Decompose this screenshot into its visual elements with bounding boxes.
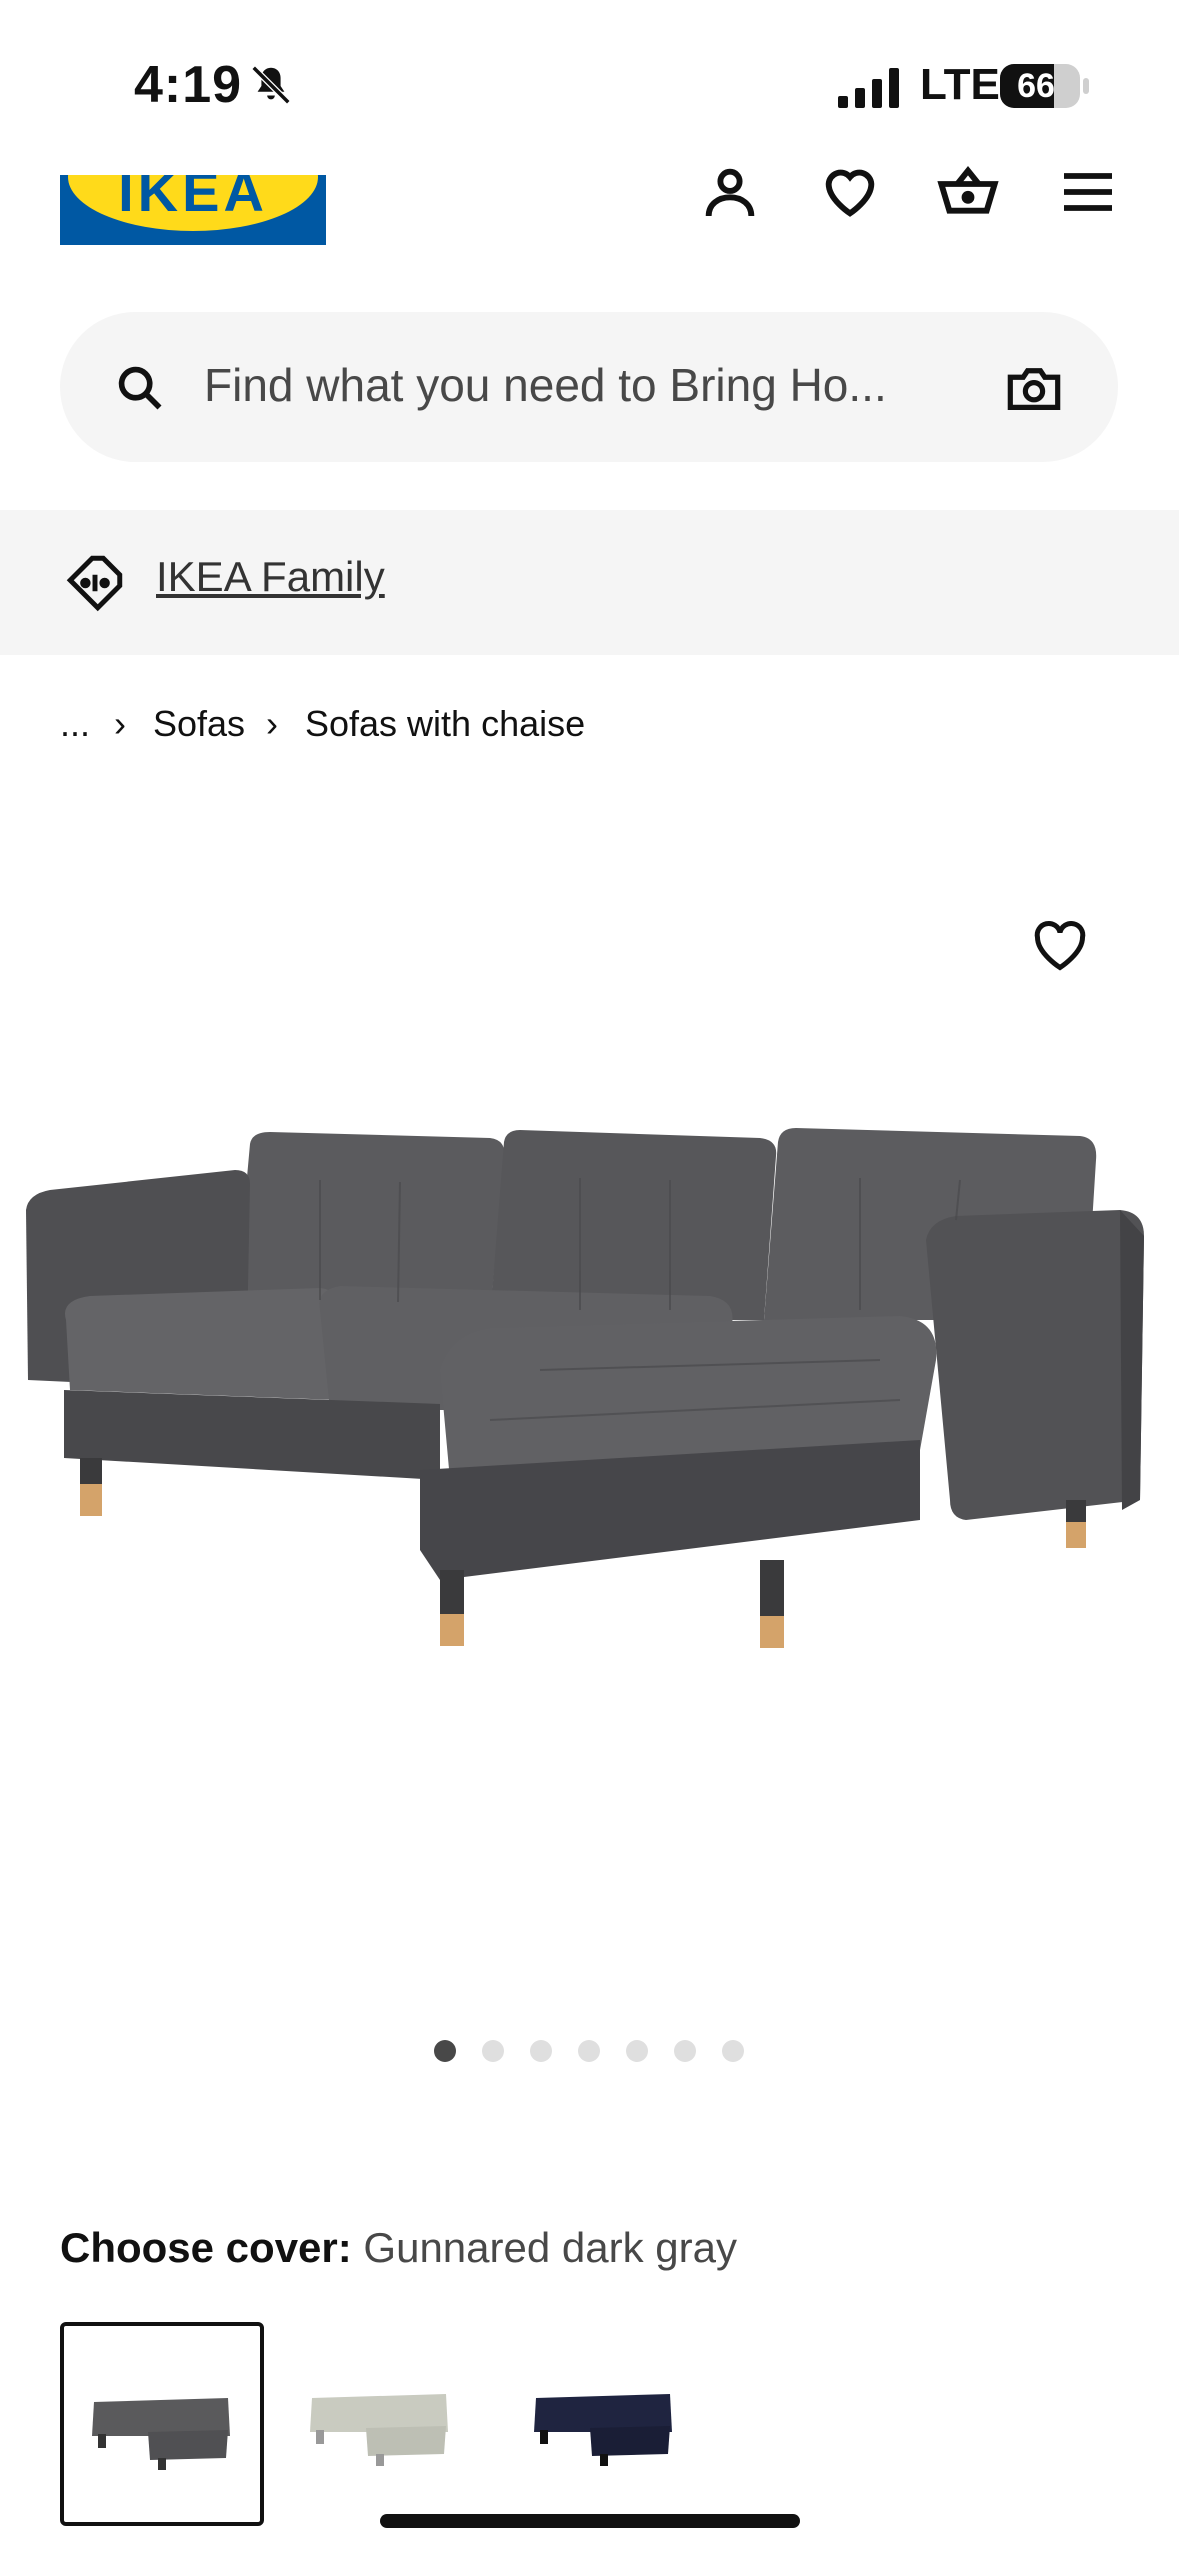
ikea-logo[interactable]: IKEA [60, 175, 326, 245]
status-time: 4:19 [134, 56, 243, 114]
gallery-dot-2[interactable] [482, 2040, 504, 2062]
breadcrumb-chevron-icon: › [266, 703, 278, 744]
logo-text: IKEA [118, 175, 268, 223]
battery-level: 66 [1017, 67, 1055, 105]
gallery-dot-5[interactable] [626, 2040, 648, 2062]
gallery-dot-6[interactable] [674, 2040, 696, 2062]
network-type: LTE [920, 60, 1000, 109]
breadcrumb-ellipsis[interactable]: ... [60, 703, 90, 745]
cover-option-dark-gray[interactable] [60, 2322, 264, 2526]
search-icon [118, 366, 162, 410]
gallery-dot-3[interactable] [530, 2040, 552, 2062]
signal-icon [838, 68, 899, 108]
family-tag-icon [66, 555, 123, 612]
camera-icon[interactable] [1006, 362, 1062, 414]
menu-icon[interactable] [1056, 160, 1120, 224]
profile-icon[interactable] [698, 160, 762, 224]
gallery-dot-7[interactable] [722, 2040, 744, 2062]
gallery-dot-1[interactable] [434, 2040, 456, 2062]
home-indicator[interactable] [380, 2514, 800, 2528]
heart-icon[interactable] [818, 160, 882, 224]
ikea-family-link[interactable]: IKEA Family [156, 553, 385, 601]
product-image-sofa[interactable] [20, 1120, 1160, 1700]
swatch-sofa-image [534, 2394, 672, 2466]
cover-label-title: Choose cover: [60, 2224, 352, 2271]
gallery-dot-4[interactable] [578, 2040, 600, 2062]
silent-bell-icon [251, 65, 291, 105]
cover-option-light-green[interactable] [282, 2322, 486, 2526]
favorite-heart-icon[interactable] [1030, 917, 1090, 973]
breadcrumb-item-sofas-with-chaise[interactable]: Sofas with chaise [305, 703, 585, 745]
swatch-sofa-image [92, 2398, 230, 2470]
breadcrumb-item-sofas[interactable]: Sofas [153, 703, 245, 745]
cart-icon[interactable] [936, 160, 1000, 224]
search-input[interactable]: Find what you need to Bring Ho... [204, 358, 887, 412]
swatch-sofa-image [310, 2394, 448, 2466]
cover-selected-value: Gunnared dark gray [363, 2224, 737, 2271]
cover-label: Choose cover: Gunnared dark gray [60, 2224, 737, 2272]
cover-option-dark-blue[interactable] [506, 2322, 710, 2526]
breadcrumb-chevron-icon: › [114, 703, 126, 744]
